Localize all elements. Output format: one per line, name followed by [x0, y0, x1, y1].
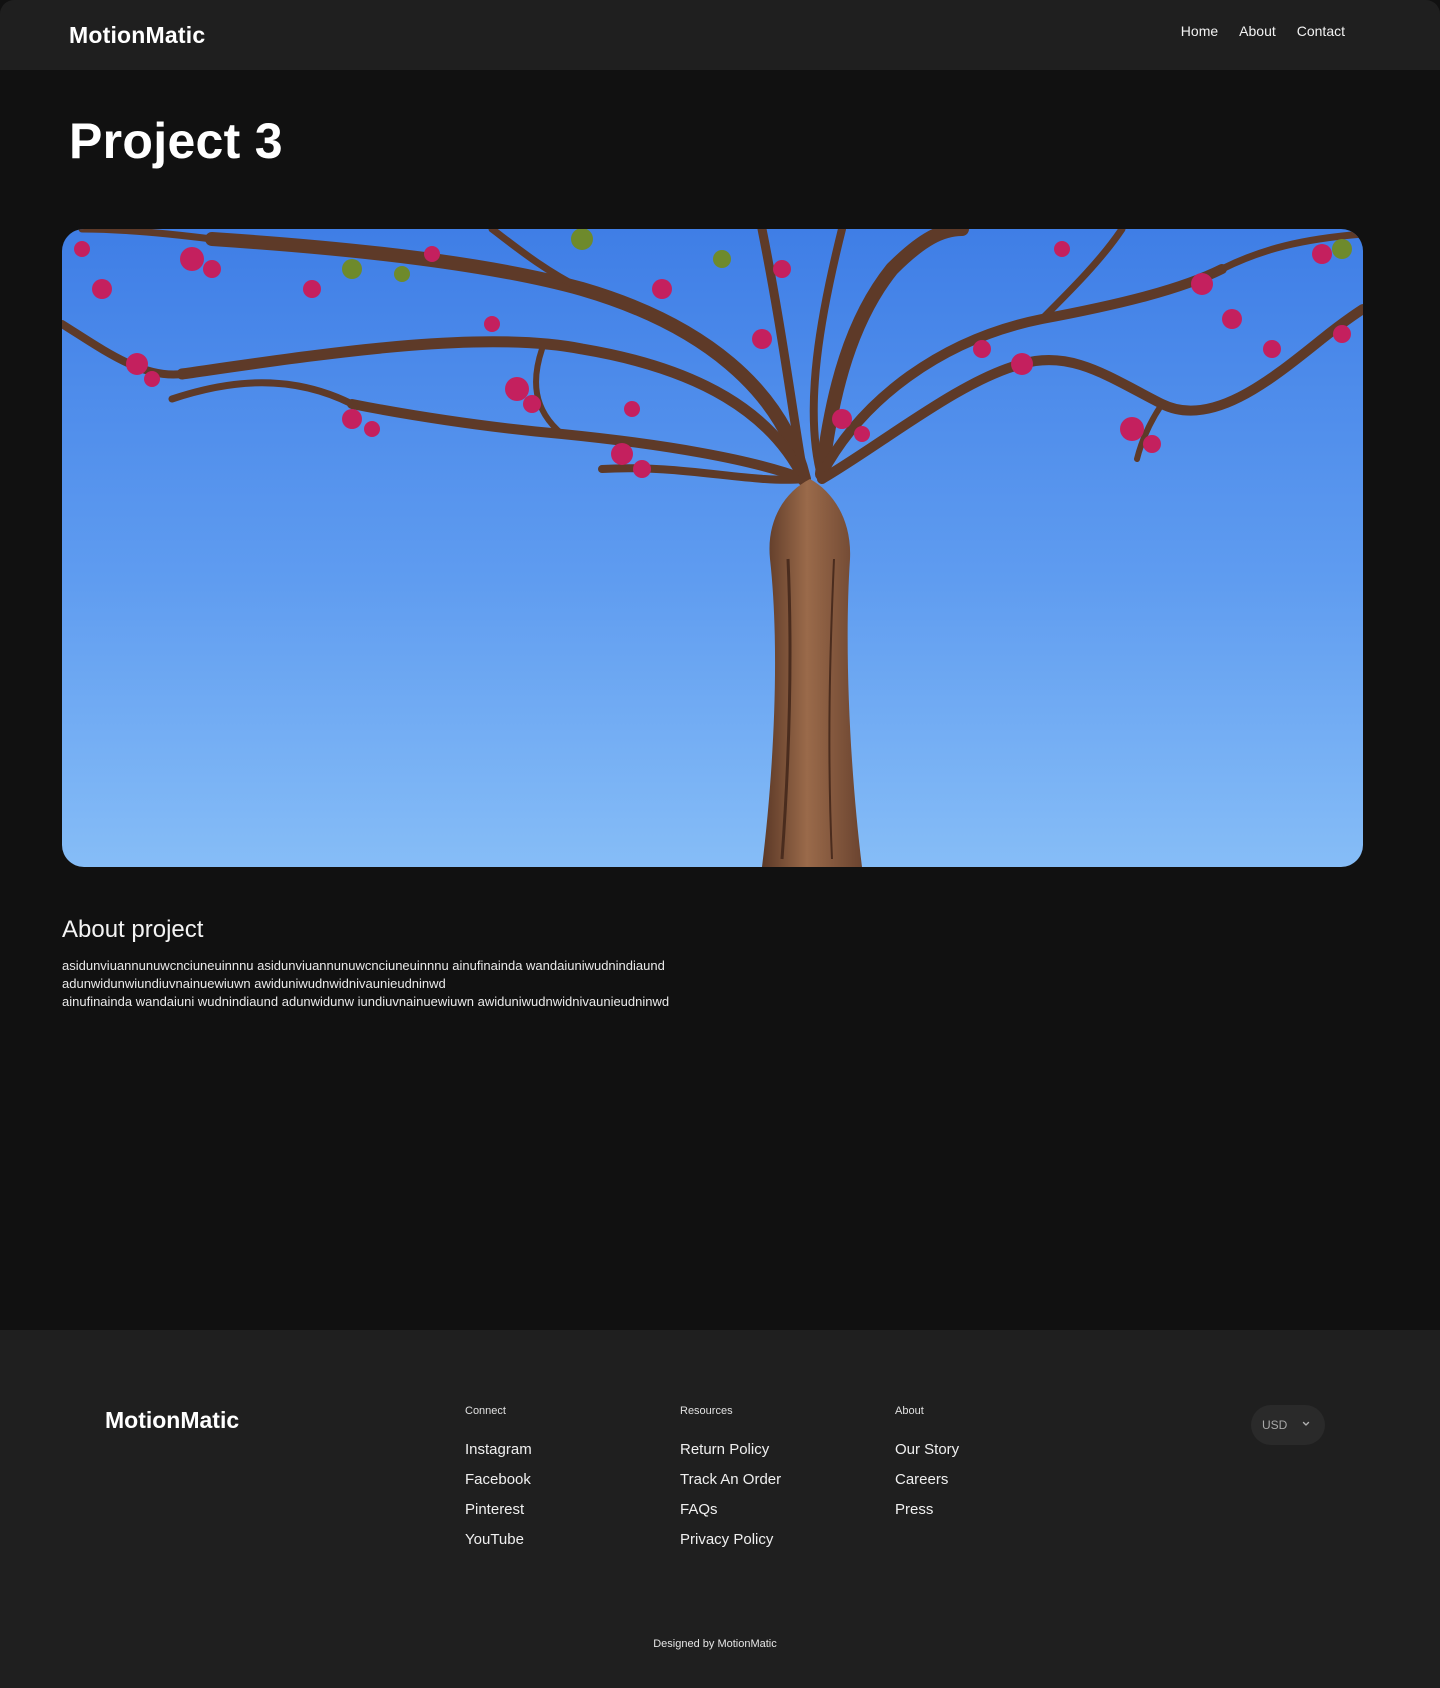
nav-contact-link[interactable]: Contact: [1297, 23, 1345, 39]
currency-select[interactable]: USD: [1251, 1405, 1325, 1445]
footer-column-about: About Our Story Careers Press: [895, 1405, 959, 1525]
designer-credit: Designed by MotionMatic: [653, 1638, 777, 1650]
description-line: ainufinainda wandaiuni wudnindiaund adun…: [62, 994, 670, 1009]
footer-link-pinterest[interactable]: Pinterest: [465, 1495, 532, 1525]
page: MotionMatic Home About Contact Project 3: [0, 0, 1440, 1688]
site-header: MotionMatic Home About Contact: [0, 0, 1440, 70]
footer-link-press[interactable]: Press: [895, 1495, 959, 1525]
footer-link-privacy-policy[interactable]: Privacy Policy: [680, 1525, 781, 1555]
footer-link-our-story[interactable]: Our Story: [895, 1435, 959, 1465]
footer-column-connect: Connect Instagram Facebook Pinterest You…: [465, 1405, 532, 1555]
footer-link-return-policy[interactable]: Return Policy: [680, 1435, 781, 1465]
footer-link-faqs[interactable]: FAQs: [680, 1495, 781, 1525]
nav-home-link[interactable]: Home: [1181, 23, 1218, 39]
nav-about-link[interactable]: About: [1239, 23, 1276, 39]
currency-value: USD: [1262, 1418, 1288, 1432]
footer-link-youtube[interactable]: YouTube: [465, 1525, 532, 1555]
chevron-down-icon: [1302, 1421, 1310, 1426]
footer-column-title: Resources: [680, 1405, 733, 1417]
description-line: asidunviuannunuwcnciuneuinnnu asidunviua…: [62, 958, 665, 973]
footer-link-instagram[interactable]: Instagram: [465, 1435, 532, 1465]
footer-link-careers[interactable]: Careers: [895, 1465, 959, 1495]
main-nav: Home About Contact: [1160, 23, 1345, 39]
project-description: asidunviuannunuwcnciuneuinnnu asidunviua…: [62, 957, 762, 1011]
project-hero-image: [62, 229, 1363, 867]
footer-brand-logo[interactable]: MotionMatic: [105, 1407, 239, 1434]
footer-link-track-order[interactable]: Track An Order: [680, 1465, 781, 1495]
site-footer: MotionMatic Connect Instagram Facebook P…: [0, 1330, 1440, 1688]
footer-column-title: Connect: [465, 1405, 506, 1417]
description-line: adunwidunwiundiuvnainuewiuwn awiduniwudn…: [62, 976, 446, 991]
footer-column-title: About: [895, 1405, 924, 1417]
footer-column-resources: Resources Return Policy Track An Order F…: [680, 1405, 781, 1555]
page-title: Project 3: [69, 113, 283, 169]
about-project-heading: About project: [62, 916, 204, 943]
footer-link-facebook[interactable]: Facebook: [465, 1465, 532, 1495]
tree-illustration: [62, 229, 1363, 867]
brand-logo[interactable]: MotionMatic: [69, 22, 205, 49]
